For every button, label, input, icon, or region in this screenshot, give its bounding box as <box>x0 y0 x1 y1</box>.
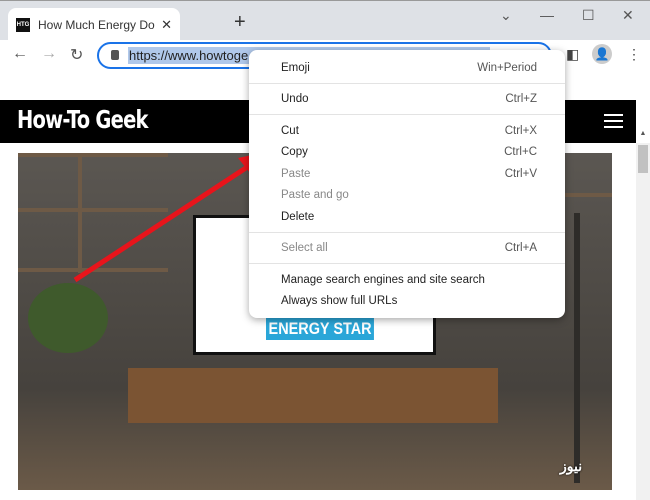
context-menu: Emoji Win+Period Undo Ctrl+Z Cut Ctrl+X Cop… <box>249 50 565 318</box>
menu-item-select-all[interactable]: Select all Ctrl+A <box>249 238 565 258</box>
menu-item-delete[interactable]: Delete <box>249 207 565 227</box>
menu-item-paste-and-go[interactable]: Paste and go <box>249 185 565 205</box>
menu-item-cut[interactable]: Cut Ctrl+X <box>249 121 565 141</box>
divider <box>249 232 565 233</box>
menu-item-copy[interactable]: Copy Ctrl+C <box>249 142 565 162</box>
divider <box>249 83 565 84</box>
divider <box>249 114 565 115</box>
menu-item-emoji[interactable]: Emoji Win+Period <box>249 58 565 78</box>
watermark-logo: نیوز <box>560 458 583 474</box>
menu-item-show-full-urls[interactable]: Always show full URLs <box>249 291 565 311</box>
menu-item-paste[interactable]: Paste Ctrl+V <box>249 164 565 184</box>
menu-item-manage-search-engines[interactable]: Manage search engines and site search <box>249 270 565 290</box>
divider <box>249 263 565 264</box>
menu-item-undo[interactable]: Undo Ctrl+Z <box>249 89 565 109</box>
